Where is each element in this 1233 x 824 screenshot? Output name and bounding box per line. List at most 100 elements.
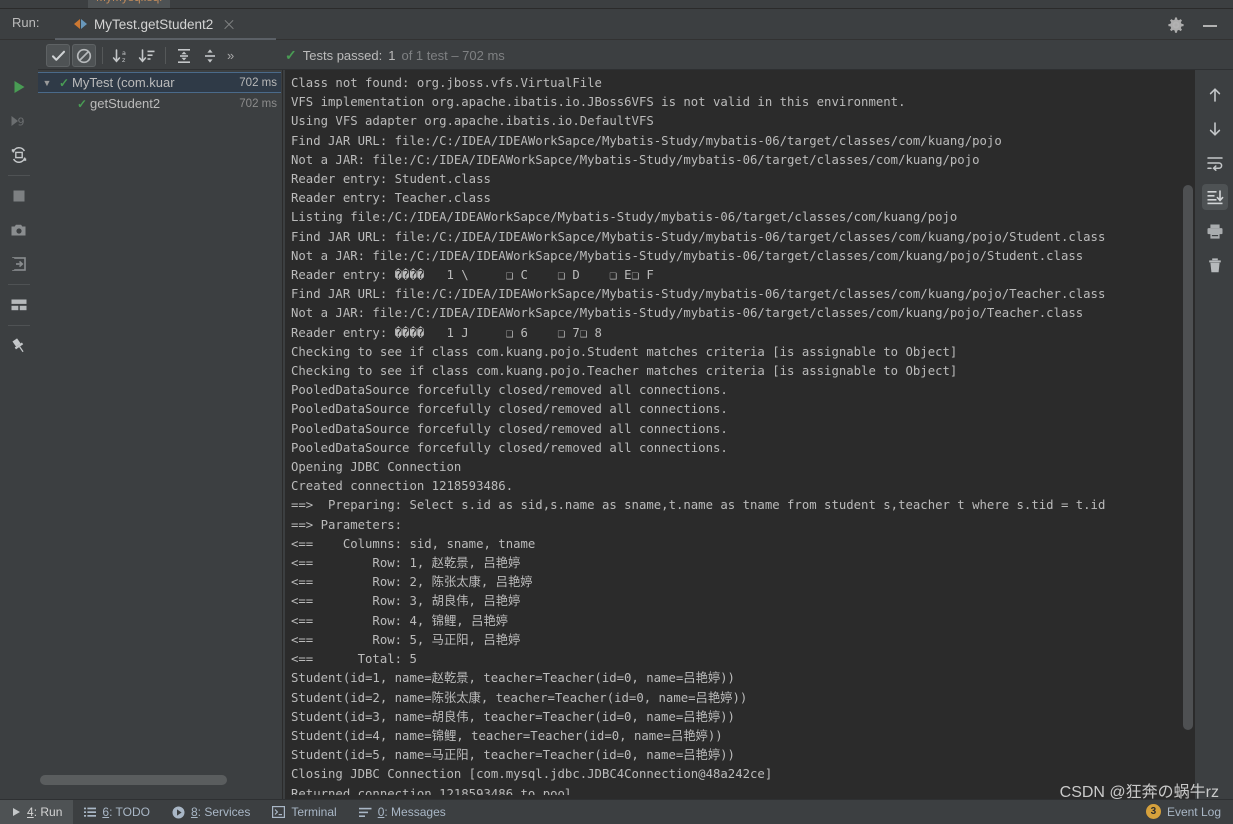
test-runner-toolbar: a z » ✓ Tests passed: 1 of 1 test – 702 … xyxy=(0,41,1233,70)
rerun-failed-tests-button[interactable]: 9 xyxy=(0,104,38,138)
toolbar-overflow-button[interactable]: » xyxy=(223,48,238,63)
status-tab-messages-label: : Messages xyxy=(384,805,446,819)
event-log-label: Event Log xyxy=(1166,804,1221,819)
console-line: VFS implementation org.apache.ibatis.io.… xyxy=(291,95,906,110)
console-line: Find JAR URL: file:/C:/IDEA/IDEAWorkSapc… xyxy=(291,229,1106,244)
console-line: Find JAR URL: file:/C:/IDEA/IDEAWorkSapc… xyxy=(291,287,1106,302)
console-line: <== Row: 3, 胡良伟, 吕艳婷 xyxy=(291,594,521,609)
minimize-icon[interactable] xyxy=(1201,16,1219,34)
left-toolbar: 9 xyxy=(0,41,38,799)
console-line: <== Row: 2, 陈张太康, 吕艳婷 xyxy=(291,575,533,590)
export-test-results-button[interactable] xyxy=(0,213,38,247)
layout-settings-button[interactable] xyxy=(0,288,38,322)
sort-alphabetically-button[interactable]: a z xyxy=(109,44,133,67)
run-tool-window-label: Run: xyxy=(12,15,40,30)
console-line: Listing file:/C:/IDEA/IDEAWorkSapce/Myba… xyxy=(291,210,958,225)
console-toolbar xyxy=(1196,70,1233,799)
console-line: Student(id=4, name=锦鲤, teacher=Teacher(i… xyxy=(291,728,723,743)
test-tree-row-duration: 702 ms xyxy=(239,76,277,89)
console-line: Reader entry: Student.class xyxy=(291,172,491,187)
idea-run-tool-window: MyMysql.sql Run: MyTest.getStudent2 xyxy=(0,0,1233,824)
scrollbar-thumb[interactable] xyxy=(40,775,227,785)
console-line: Not a JAR: file:/C:/IDEA/IDEAWorkSapce/M… xyxy=(291,248,1084,263)
scrollbar-thumb[interactable] xyxy=(1183,185,1193,730)
console-line: Closing JDBC Connection [com.mysql.jdbc.… xyxy=(291,767,773,782)
trash-icon[interactable] xyxy=(1196,248,1233,282)
svg-text:z: z xyxy=(122,56,126,64)
console-line: Reader entry: Teacher.class xyxy=(291,191,491,206)
status-tab-todo[interactable]: 6: TODO xyxy=(73,800,161,824)
expand-all-button[interactable] xyxy=(172,44,196,67)
play-icon xyxy=(11,807,21,817)
show-passed-toggle[interactable] xyxy=(46,44,70,67)
status-tab-messages[interactable]: 0: Messages xyxy=(348,800,457,824)
console-line: Checking to see if class com.kuang.pojo.… xyxy=(291,344,958,359)
toolbar-separator-2 xyxy=(165,47,166,64)
toggle-auto-test-button[interactable] xyxy=(0,138,38,172)
run-tab-underline xyxy=(55,38,276,40)
console-line: <== Columns: sid, sname, tname xyxy=(291,536,536,551)
test-tree-row-duration: 702 ms xyxy=(239,97,277,110)
status-tab-services-label: : Services xyxy=(197,805,251,819)
close-icon[interactable] xyxy=(222,18,236,32)
terminal-icon xyxy=(272,806,286,818)
messages-icon xyxy=(358,807,372,818)
svg-text:9: 9 xyxy=(18,116,25,129)
run-tool-window-body: 9 ▼ ✓ MyTest (com.kuar 702 ms ✓ getStude… xyxy=(0,41,1233,799)
status-tab-terminal[interactable]: Terminal xyxy=(261,800,347,824)
console-line: PooledDataSource forcefully closed/remov… xyxy=(291,440,728,455)
down-the-stack-trace-button[interactable] xyxy=(1196,112,1233,146)
status-tab-terminal-label: Terminal xyxy=(291,805,337,819)
console-line: Not a JAR: file:/C:/IDEA/IDEAWorkSapce/M… xyxy=(291,152,980,167)
status-tab-run[interactable]: 4: Run xyxy=(0,799,74,824)
test-status-line: ✓ Tests passed: 1 of 1 test – 702 ms xyxy=(285,41,505,70)
chevron-down-icon[interactable]: ▼ xyxy=(38,78,56,88)
test-tree-row-method[interactable]: ✓ getStudent2 702 ms xyxy=(38,93,281,114)
sort-by-duration-button[interactable] xyxy=(135,44,159,67)
console-line: Find JAR URL: file:/C:/IDEA/IDEAWorkSapc… xyxy=(291,133,1002,148)
pin-tab-button[interactable] xyxy=(0,329,38,363)
test-tree-horizontal-scrollbar[interactable] xyxy=(38,771,281,789)
console-vertical-scrollbar[interactable] xyxy=(1180,70,1195,799)
stop-button[interactable] xyxy=(0,179,38,213)
collapse-all-button[interactable] xyxy=(198,44,222,67)
editor-tab-sliver: MyMysql.sql xyxy=(0,0,1233,9)
test-tree-row-class[interactable]: ▼ ✓ MyTest (com.kuar 702 ms xyxy=(38,72,281,93)
import-test-results-button[interactable] xyxy=(0,247,38,281)
print-button[interactable] xyxy=(1196,214,1233,248)
console-line: <== Row: 1, 赵乾景, 吕艳婷 xyxy=(291,556,521,571)
check-icon: ✓ xyxy=(76,96,88,111)
console-output-panel[interactable]: Class not found: org.jboss.vfs.VirtualFi… xyxy=(285,70,1195,799)
console-line: ==> Parameters: xyxy=(291,517,403,532)
rail-separator-1 xyxy=(8,175,30,176)
up-the-stack-trace-button[interactable] xyxy=(1196,78,1233,112)
rail-separator-3 xyxy=(8,325,30,326)
rerun-button[interactable] xyxy=(0,70,38,104)
console-line: Reader entry: ���� 1 \ ❑ C ❑ D ❑ E❑ F xyxy=(291,268,654,283)
console-line: PooledDataSource forcefully closed/remov… xyxy=(291,421,728,436)
soft-wrap-button[interactable] xyxy=(1196,146,1233,180)
console-line: Using VFS adapter org.apache.ibatis.io.D… xyxy=(291,114,654,129)
show-ignored-toggle[interactable] xyxy=(72,44,96,67)
console-line: PooledDataSource forcefully closed/remov… xyxy=(291,383,728,398)
scroll-to-end-button[interactable] xyxy=(1196,180,1233,214)
console-text: Class not found: org.jboss.vfs.VirtualFi… xyxy=(285,74,1180,795)
status-tab-run-number: 4 xyxy=(27,805,34,819)
console-line: PooledDataSource forcefully closed/remov… xyxy=(291,402,728,417)
run-configuration-tab[interactable]: MyTest.getStudent2 xyxy=(66,9,242,40)
console-line: Returned connection 1218593486 to pool. xyxy=(291,786,580,795)
tool-window-titlebar: Run: MyTest.getStudent2 xyxy=(0,9,1233,40)
services-icon xyxy=(172,806,185,819)
console-line: Reader entry: ���� 1 J ❑ 6 ❑ 7❑ 8 xyxy=(291,325,602,340)
test-tree-panel[interactable]: ▼ ✓ MyTest (com.kuar 702 ms ✓ getStudent… xyxy=(38,70,281,799)
console-line: Created connection 1218593486. xyxy=(291,479,514,494)
tests-passed-label: Tests passed: xyxy=(302,48,383,63)
event-log-badge: 3 xyxy=(1145,804,1161,819)
status-tab-run-label: : Run xyxy=(33,805,63,819)
event-log-button[interactable]: 3 Event Log xyxy=(1145,804,1221,819)
status-tab-services[interactable]: 8: Services xyxy=(161,800,261,824)
console-line: ==> Preparing: Select s.id as sid,s.name… xyxy=(291,498,1106,513)
toolbar-separator xyxy=(102,47,103,64)
test-tree-row-label: MyTest (com.kuar xyxy=(72,75,175,90)
gear-icon[interactable] xyxy=(1167,16,1185,34)
